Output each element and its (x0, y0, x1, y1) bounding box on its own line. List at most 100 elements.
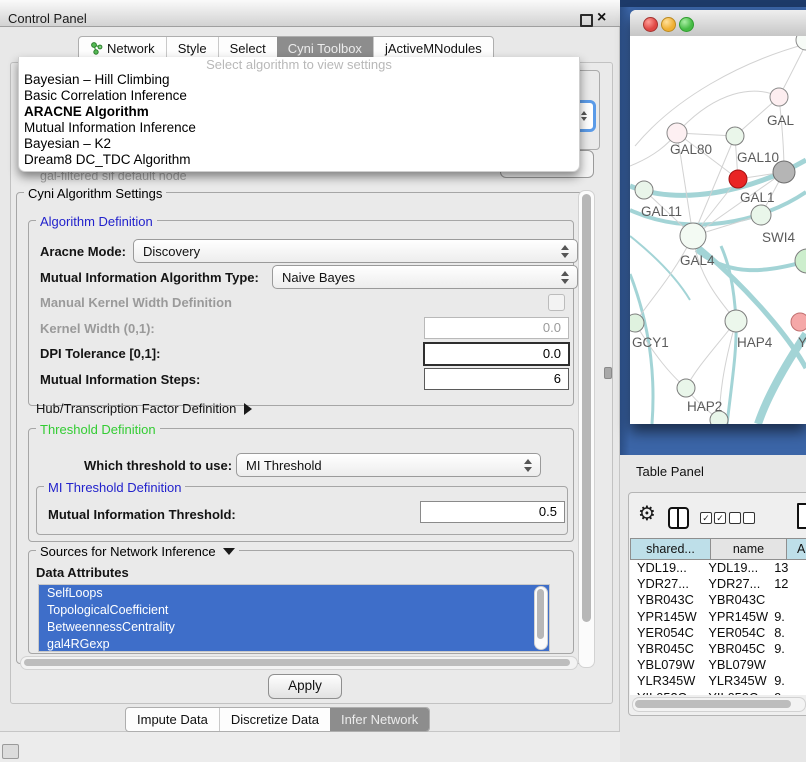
node-GAL80[interactable] (667, 123, 687, 143)
tab-impute-data[interactable]: Impute Data (126, 708, 219, 731)
table-row[interactable]: YLR345WYLR345W9. (630, 673, 806, 689)
network-canvas[interactable]: GAL GAL80 GAL10 GAL1 GAL11 SWI4 GAL4 GCY… (630, 36, 806, 424)
combo-spinner-icon (524, 459, 532, 472)
mi-threshold-field[interactable]: 0.5 (420, 501, 565, 523)
checked-box-icon[interactable]: ✓ (714, 512, 726, 524)
node-Y[interactable] (791, 313, 806, 331)
tab-network-label: Network (107, 41, 155, 56)
checked-box-icon[interactable]: ✓ (700, 512, 712, 524)
edge (677, 91, 779, 133)
node-label: GAL10 (737, 150, 779, 165)
column-view-icon[interactable] (668, 507, 689, 529)
attribute-item-selected[interactable]: TopologicalCoefficient (39, 602, 549, 619)
attribute-item-selected[interactable]: gal4RGexp (39, 636, 549, 652)
combo-spinner-icon (561, 245, 569, 258)
manual-kernel-checkbox[interactable] (548, 294, 565, 311)
node[interactable] (796, 36, 806, 50)
network-graph: GAL GAL80 GAL10 GAL1 GAL11 SWI4 GAL4 GCY… (630, 36, 806, 424)
apply-button[interactable]: Apply (268, 674, 342, 699)
algorithm-option-selected[interactable]: ARACNE Algorithm (19, 104, 579, 120)
algorithm-option[interactable]: Basic Correlation Inference (19, 88, 579, 104)
node-label: Y (798, 335, 806, 350)
column-header-clipped[interactable]: A (786, 538, 806, 560)
column-header-shared-name[interactable]: shared... (630, 538, 711, 560)
float-window-icon[interactable] (580, 14, 593, 27)
node-GAL1[interactable] (729, 170, 747, 188)
aracne-mode-label: Aracne Mode: (40, 244, 126, 259)
expander-down-icon (223, 548, 235, 555)
table-row[interactable]: YBL079WYBL079W (630, 657, 806, 673)
node-GAL10[interactable] (726, 127, 744, 145)
node-HAP2[interactable] (677, 379, 695, 397)
attribute-list-vertical-scrollbar[interactable] (534, 586, 548, 650)
edge (630, 236, 690, 300)
data-attributes-label: Data Attributes (36, 565, 129, 580)
kernel-width-label: Kernel Width (0,1): (40, 321, 155, 336)
attribute-item-selected[interactable]: BetweennessCentrality (39, 619, 549, 636)
node-label: HAP2 (687, 399, 722, 414)
document-icon[interactable] (797, 503, 806, 529)
attribute-item-selected[interactable]: SelfLoops (39, 585, 549, 602)
tab-infer-network[interactable]: Infer Network (330, 708, 429, 731)
node-green[interactable] (795, 249, 806, 273)
minimize-traffic-light-icon[interactable] (661, 17, 676, 32)
minimized-window-icon[interactable] (2, 744, 19, 759)
which-threshold-combobox[interactable]: MI Threshold (236, 453, 541, 477)
settings-horizontal-scrollbar[interactable] (20, 656, 578, 670)
hub-definition-expander[interactable]: Hub/Transcription Factor Definition (36, 401, 252, 416)
manual-kernel-label: Manual Kernel Width Definition (40, 295, 232, 310)
aracne-mode-combobox[interactable]: Discovery (133, 239, 578, 263)
table-row[interactable]: YDR27...YDR27...12 (630, 576, 806, 592)
network-window-titlebar[interactable] (630, 10, 806, 37)
close-traffic-light-icon[interactable] (643, 17, 658, 32)
node-label: GAL4 (680, 253, 715, 268)
algorithm-option[interactable]: Dream8 DC_TDC Algorithm (19, 152, 579, 168)
dpi-tolerance-field[interactable]: 0.0 (423, 342, 570, 366)
scrollbar-thumb[interactable] (537, 589, 544, 639)
table-row[interactable]: YPR145WYPR145W9. (630, 609, 806, 625)
table-row[interactable]: YDL19...YDL19...13 (630, 560, 806, 576)
node-GAL[interactable] (770, 88, 788, 106)
close-icon[interactable]: × (597, 9, 606, 27)
node-GAL4[interactable] (680, 223, 706, 249)
settings-vertical-scrollbar[interactable] (578, 190, 595, 668)
dpi-tolerance-label: DPI Tolerance [0,1]: (40, 346, 160, 361)
bottom-tabbar: Impute Data Discretize Data Infer Networ… (125, 707, 430, 732)
table-row[interactable]: YBR043CYBR043C (630, 592, 806, 608)
algorithm-option[interactable]: Bayesian – Hill Climbing (19, 72, 579, 88)
scrollbar-thumb[interactable] (582, 194, 591, 622)
sources-group-title[interactable]: Sources for Network Inference (36, 544, 239, 559)
tab-discretize-data[interactable]: Discretize Data (219, 708, 330, 731)
threshold-definition-title: Threshold Definition (36, 422, 160, 437)
scrollbar-thumb[interactable] (24, 659, 570, 666)
column-header-name[interactable]: name (710, 538, 787, 560)
data-attributes-list[interactable]: SelfLoops TopologicalCoefficient Between… (38, 584, 550, 652)
node-HAP4[interactable] (725, 310, 747, 332)
node-GCY1[interactable] (630, 314, 644, 332)
mi-threshold-group-title: MI Threshold Definition (44, 480, 185, 495)
table-rows: YDL19...YDL19...13 YDR27...YDR27...12 YB… (630, 560, 806, 695)
table-row[interactable]: YIL052CYIL052C9. (630, 690, 806, 696)
node-GAL11[interactable] (635, 181, 653, 199)
zoom-traffic-light-icon[interactable] (679, 17, 694, 32)
control-panel-title: Control Panel (8, 11, 87, 26)
unchecked-box-icon[interactable] (729, 512, 741, 524)
mi-steps-field[interactable]: 6 (424, 368, 569, 390)
control-panel-titlebar (0, 0, 620, 27)
node-label: GAL (767, 113, 795, 128)
node-SWI4[interactable] (751, 205, 771, 225)
node-label: GCY1 (632, 335, 669, 350)
scrollbar-thumb[interactable] (635, 700, 791, 708)
network-icon (90, 42, 103, 55)
algorithm-option[interactable]: Mutual Information Inference (19, 120, 579, 136)
table-horizontal-scrollbar[interactable] (632, 697, 806, 712)
table-row[interactable]: YBR045CYBR045C9. (630, 641, 806, 657)
algorithm-option[interactable]: Bayesian – K2 (19, 136, 579, 152)
gear-icon[interactable]: ⚙ (638, 503, 656, 525)
unchecked-box-icon[interactable] (743, 512, 755, 524)
mi-type-combobox[interactable]: Naive Bayes (272, 265, 578, 289)
table-row[interactable]: YER054CYER054C8. (630, 625, 806, 641)
mi-steps-label: Mutual Information Steps: (40, 372, 200, 387)
panel-splitter-handle[interactable] (604, 367, 612, 379)
kernel-width-field[interactable]: 0.0 (424, 317, 569, 339)
